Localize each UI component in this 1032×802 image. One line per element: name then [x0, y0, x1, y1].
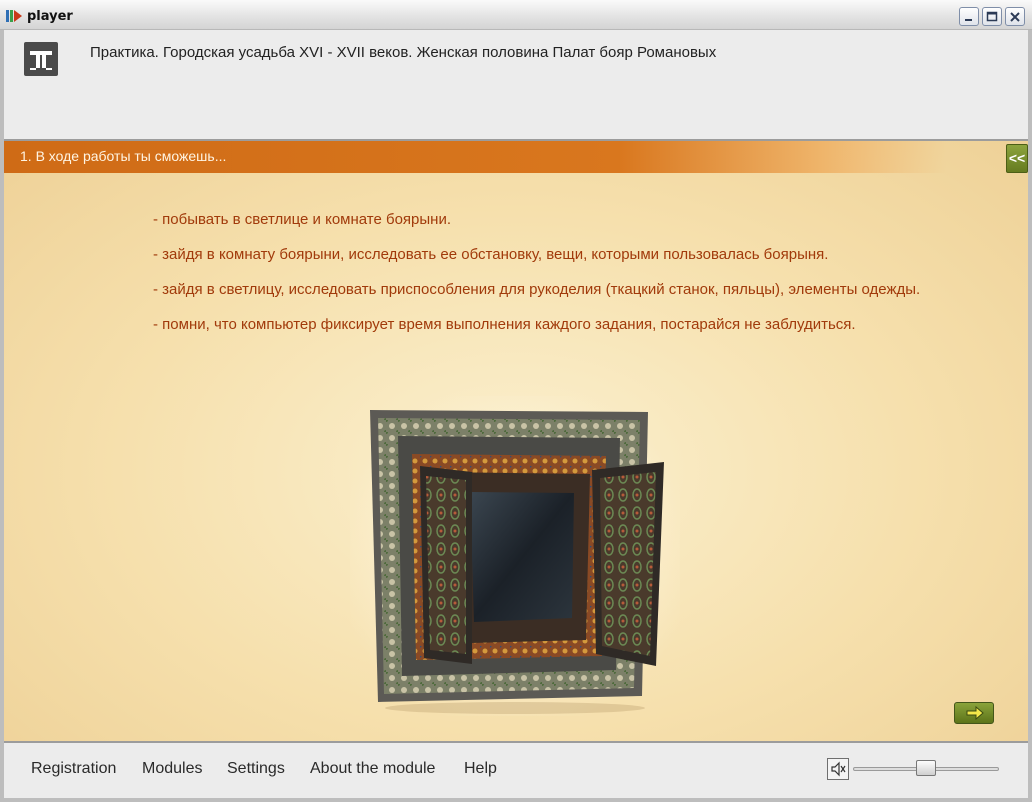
task-item: - побывать в светлице и комнате боярыни.: [153, 211, 452, 228]
maximize-icon: [986, 11, 998, 22]
arrow-right-icon: [966, 706, 984, 720]
close-icon: [1010, 12, 1020, 22]
task-item: - зайдя в светлицу, исследовать приспосо…: [153, 281, 921, 298]
section-title: 1. В ходе работы ты сможешь...: [20, 148, 227, 164]
maximize-button[interactable]: [982, 7, 1002, 26]
window-titlebar[interactable]: player: [0, 0, 1032, 30]
module-header: Практика. Городская усадьба XVI - XVII в…: [4, 30, 1028, 139]
collapse-panel-button[interactable]: <<: [1006, 144, 1028, 173]
content-panel: 1. В ходе работы ты сможешь... << - побы…: [4, 141, 1028, 741]
nav-about-module[interactable]: About the module: [310, 760, 435, 778]
section-header-bar: 1. В ходе работы ты сможешь...: [4, 141, 1028, 173]
nav-modules[interactable]: Modules: [142, 760, 202, 778]
close-button[interactable]: [1005, 7, 1025, 26]
module-title: Практика. Городская усадьба XVI - XVII в…: [90, 44, 717, 61]
minimize-button[interactable]: [959, 7, 979, 26]
speaker-muted-icon[interactable]: [827, 758, 849, 780]
module-logo-icon: [24, 42, 58, 76]
minimize-icon: [965, 19, 972, 21]
volume-slider-thumb[interactable]: [916, 760, 936, 776]
next-button[interactable]: [954, 702, 994, 724]
nav-registration[interactable]: Registration: [31, 760, 116, 778]
nav-help[interactable]: Help: [464, 760, 497, 778]
window-frame-right: [1028, 30, 1032, 802]
task-item: - зайдя в комнату боярыни, исследовать е…: [153, 246, 829, 263]
task-list: - побывать в светлице и комнате боярыни.…: [153, 211, 923, 351]
nav-settings[interactable]: Settings: [227, 760, 285, 778]
ornate-mirror-image: [350, 396, 680, 716]
window-title: player: [27, 9, 73, 24]
window-frame-bottom: [0, 798, 1032, 802]
task-item: - помни, что компьютер фиксирует время в…: [153, 316, 856, 333]
player-app-icon: [6, 10, 22, 22]
